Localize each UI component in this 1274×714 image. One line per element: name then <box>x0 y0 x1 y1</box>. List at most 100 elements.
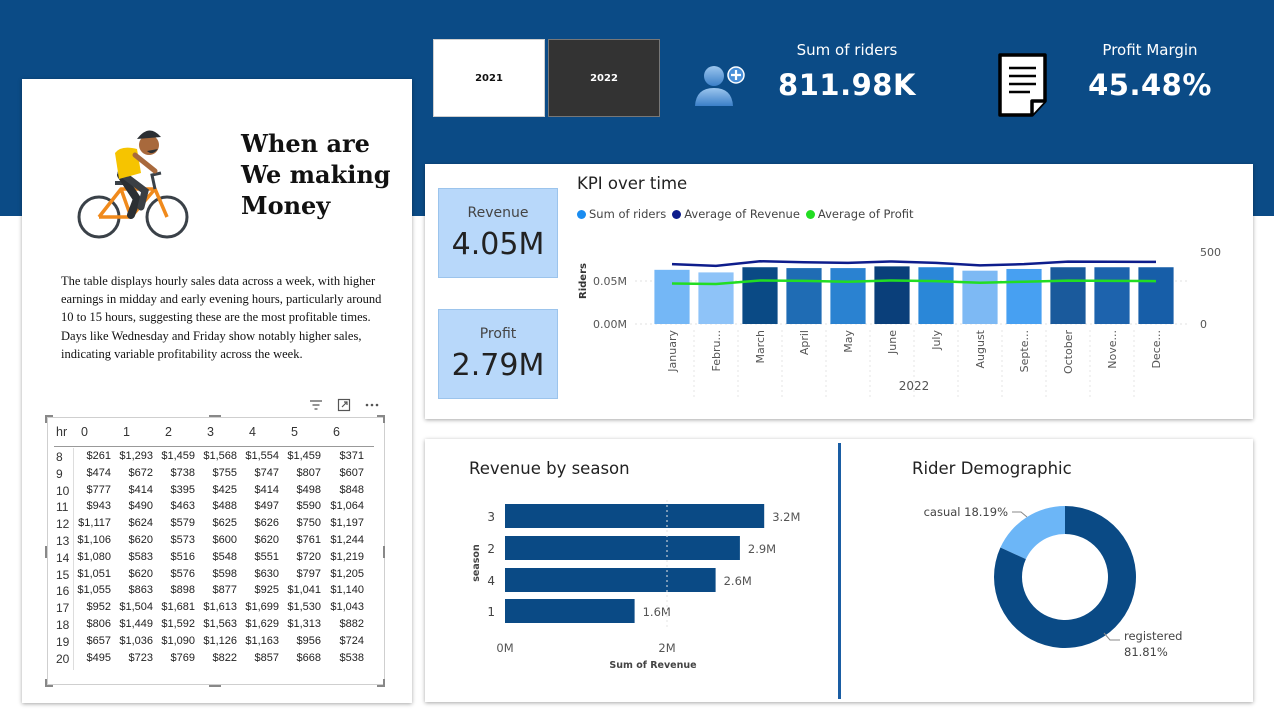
table-cell: $877 <box>212 584 237 597</box>
cyclist-illustration <box>75 123 193 241</box>
document-icon <box>995 52 1053 118</box>
table-cell: $425 <box>212 483 237 496</box>
table-row[interactable]: 9 $474 $672 $738 $755 $747 $807 $607 <box>48 467 384 483</box>
table-cell: $474 <box>86 466 111 479</box>
resize-handle[interactable] <box>45 546 47 558</box>
table-cell: $668 <box>296 651 321 664</box>
table-cell: $1,106 <box>77 534 111 546</box>
table-cell: $395 <box>170 483 195 496</box>
profit-label: Profit <box>479 326 517 342</box>
legend-item-riders[interactable]: Sum of riders <box>577 207 666 221</box>
kpi-chart-legend[interactable]: Sum of riders Average of Revenue Average… <box>577 207 920 221</box>
column-header: 3 <box>207 425 214 439</box>
table-cell: $769 <box>170 651 195 664</box>
legend-item-revenue[interactable]: Average of Revenue <box>672 207 800 221</box>
column-header: 5 <box>291 425 298 439</box>
table-cell: $857 <box>254 651 279 664</box>
table-cell: $952 <box>86 601 111 614</box>
table-cell: $626 <box>254 517 279 530</box>
table-cell: $624 <box>128 517 153 530</box>
column-header: 2 <box>165 425 172 439</box>
table-cell: $863 <box>128 584 153 597</box>
table-row[interactable]: 10 $777 $414 $395 $425 $414 $498 $848 <box>48 484 384 500</box>
table-row[interactable]: 17 $952 $1,504 $1,681 $1,613 $1,699 $1,530 $1,0… <box>48 601 384 617</box>
table-cell: $579 <box>170 517 195 530</box>
year-button-2022[interactable]: 2022 <box>548 39 660 117</box>
table-cell: $1,051 <box>77 567 111 580</box>
table-row[interactable]: 13 $1,106 $620 $573 $600 $620 $761 $1,244 <box>48 534 384 550</box>
legend-item-profit[interactable]: Average of Profit <box>805 207 914 221</box>
revenue-card[interactable]: Revenue 4.05M <box>438 188 558 278</box>
table-cell: $807 <box>296 466 321 479</box>
table-cell: $488 <box>212 500 237 513</box>
table-cell: $1,449 <box>119 618 153 630</box>
profit-card[interactable]: Profit 2.79M <box>438 309 558 399</box>
resize-handle[interactable] <box>383 546 385 558</box>
add-user-icon <box>692 62 748 108</box>
header-divider <box>54 446 374 447</box>
table-cell: $1,592 <box>161 618 195 630</box>
table-row[interactable]: 15 $1,051 $620 $576 $598 $630 $797 $1,205 <box>48 568 384 584</box>
table-row[interactable]: 8 $261 $1,293 $1,459 $1,568 $1,554 $1,459 $371 <box>48 450 384 466</box>
table-cell: $1,219 <box>330 550 364 563</box>
table-cell: $1,055 <box>77 584 111 597</box>
table-cell: $497 <box>254 500 279 513</box>
table-cell: $750 <box>296 517 321 530</box>
table-row[interactable]: 18 $806 $1,449 $1,592 $1,563 $1,629 $1,313 $882 <box>48 618 384 634</box>
resize-handle[interactable] <box>45 415 47 423</box>
table-cell: $747 <box>254 466 279 479</box>
riders-kpi-value: 811.98K <box>778 68 916 102</box>
table-cell: $723 <box>128 651 153 664</box>
table-cell: $1,568 <box>203 450 237 462</box>
table-cell: $414 <box>254 483 279 496</box>
table-cell: $1,681 <box>161 601 195 614</box>
table-cell: $573 <box>170 534 195 546</box>
table-cell: $498 <box>296 483 321 496</box>
more-options-icon[interactable] <box>364 397 380 411</box>
kpi-chart-title: KPI over time <box>577 174 688 193</box>
season-chart-title: Revenue by season <box>469 459 630 478</box>
filter-icon[interactable] <box>309 397 323 411</box>
table-cell: $1,530 <box>287 601 321 614</box>
table-row[interactable]: 16 $1,055 $863 $898 $877 $925 $1,041 $1,140 <box>48 584 384 600</box>
revenue-value: 4.05M <box>451 227 545 262</box>
table-cell: $1,244 <box>330 534 364 546</box>
table-cell: $1,140 <box>330 584 364 597</box>
table-cell: $1,699 <box>245 601 279 614</box>
table-cell: $1,613 <box>203 601 237 614</box>
table-row[interactable]: 20 $495 $723 $769 $822 $857 $668 $538 <box>48 652 384 668</box>
table-cell: $490 <box>128 500 153 513</box>
demographic-chart-title: Rider Demographic <box>912 459 1072 478</box>
resize-handle[interactable] <box>383 415 385 423</box>
resize-handle[interactable] <box>209 685 221 687</box>
table-cell: $1,563 <box>203 618 237 630</box>
year-button-2021[interactable]: 2021 <box>433 39 545 117</box>
table-cell: $583 <box>128 550 153 563</box>
table-cell: $1,041 <box>287 584 321 597</box>
resize-handle[interactable] <box>209 415 221 417</box>
hourly-sales-table[interactable]: hr 0 1 2 3 4 5 6 8 $261 $1,293 $1,459 $1,568… <box>47 417 385 685</box>
table-row[interactable]: 14 $1,080 $583 $516 $548 $551 $720 $1,219 <box>48 551 384 567</box>
resize-handle[interactable] <box>383 679 385 687</box>
table-cell: $797 <box>296 567 321 580</box>
focus-mode-icon[interactable] <box>337 397 351 412</box>
table-row[interactable]: 19 $657 $1,036 $1,090 $1,126 $1,163 $956 $724 <box>48 635 384 651</box>
table-cell: $777 <box>86 483 111 496</box>
table-cell: $898 <box>170 584 195 597</box>
table-cell: $1,459 <box>161 450 195 462</box>
resize-handle[interactable] <box>45 679 47 687</box>
table-cell: $1,197 <box>330 517 364 530</box>
revenue-label: Revenue <box>467 205 529 221</box>
table-row[interactable]: 11 $943 $490 $463 $488 $497 $590 $1,064 <box>48 500 384 516</box>
table-row[interactable]: 12 $1,117 $624 $579 $625 $626 $750 $1,197 <box>48 517 384 533</box>
table-cell: $755 <box>212 466 237 479</box>
panel-title: When are We making Money <box>241 129 391 220</box>
table-cell: $956 <box>296 634 321 647</box>
table-cell: $620 <box>128 567 153 580</box>
margin-kpi-value: 45.48% <box>1088 68 1212 102</box>
column-header: 6 <box>333 425 340 439</box>
table-cell: $1,313 <box>287 618 321 630</box>
table-cell: $495 <box>86 651 111 664</box>
table-cell: $724 <box>339 634 364 647</box>
table-cell: $738 <box>170 466 195 479</box>
